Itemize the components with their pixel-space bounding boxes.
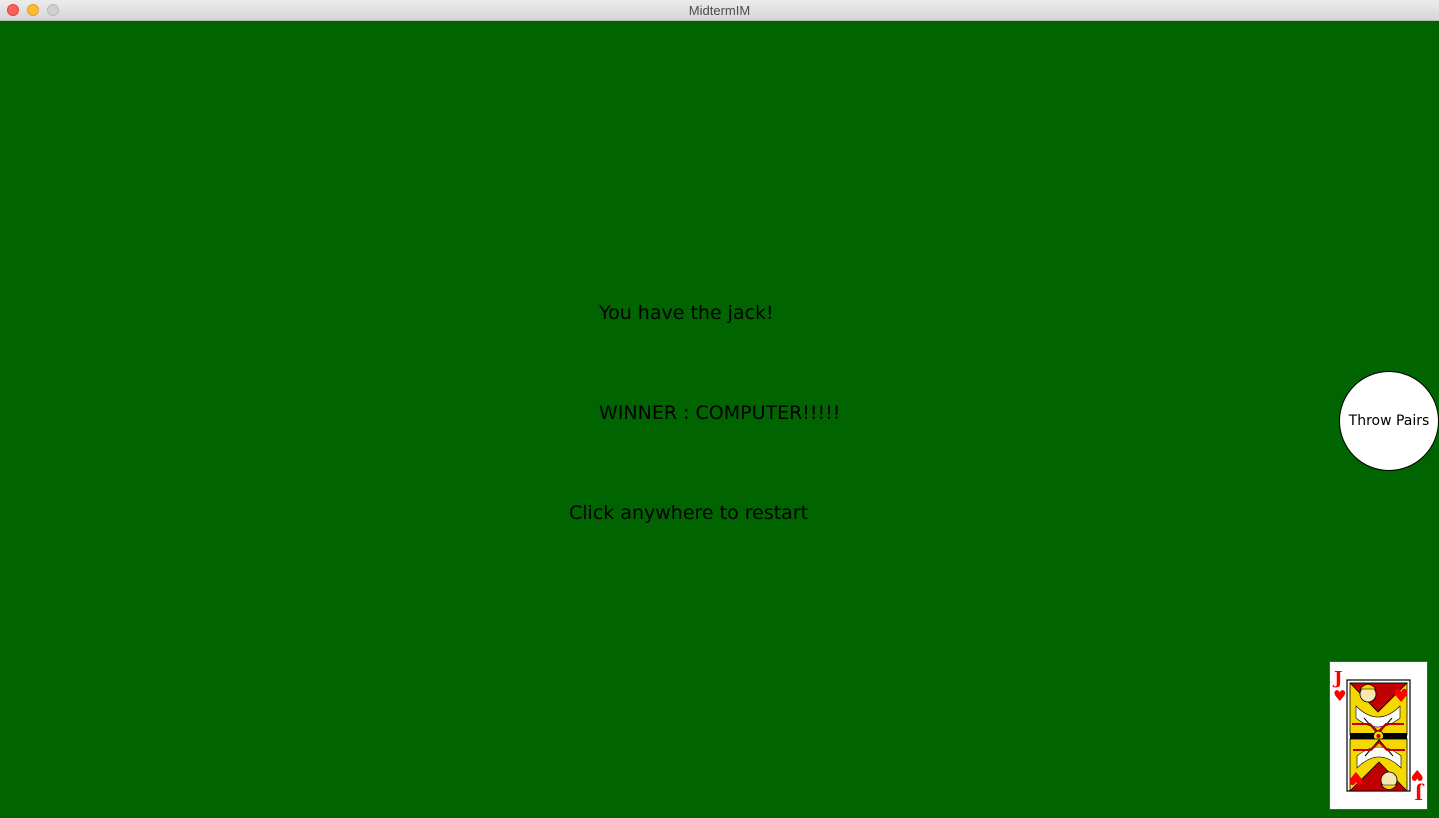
card-face: J ♥ J ♥ ♥ ♥ — [1332, 668, 1425, 803]
card-rank-bottom: J — [1414, 782, 1425, 803]
jack-figure-icon: ♥ ♥ — [1346, 679, 1411, 792]
card-rank-top: J — [1332, 668, 1343, 689]
card-center-suit-bottom-icon: ♥ — [1348, 767, 1364, 788]
card-suit-top-icon: ♥ — [1333, 687, 1346, 705]
app-window: MidtermIM You have the jack! WINNER : CO… — [0, 0, 1439, 818]
game-table[interactable]: You have the jack! WINNER : COMPUTER!!!!… — [0, 21, 1439, 818]
jack-of-hearts-card[interactable]: J ♥ J ♥ ♥ ♥ — [1329, 661, 1428, 810]
throw-pairs-button[interactable]: Throw Pairs — [1339, 371, 1439, 471]
jack-message: You have the jack! — [599, 302, 774, 324]
winner-message: WINNER : COMPUTER!!!!! — [599, 402, 841, 424]
window-title: MidtermIM — [688, 3, 751, 18]
card-suit-bottom-icon: ♥ — [1411, 766, 1424, 784]
title-bar: MidtermIM — [0, 0, 1439, 21]
card-center-suit-top-icon: ♥ — [1393, 686, 1409, 707]
restart-message: Click anywhere to restart — [569, 502, 809, 524]
throw-pairs-label: Throw Pairs — [1348, 413, 1430, 429]
